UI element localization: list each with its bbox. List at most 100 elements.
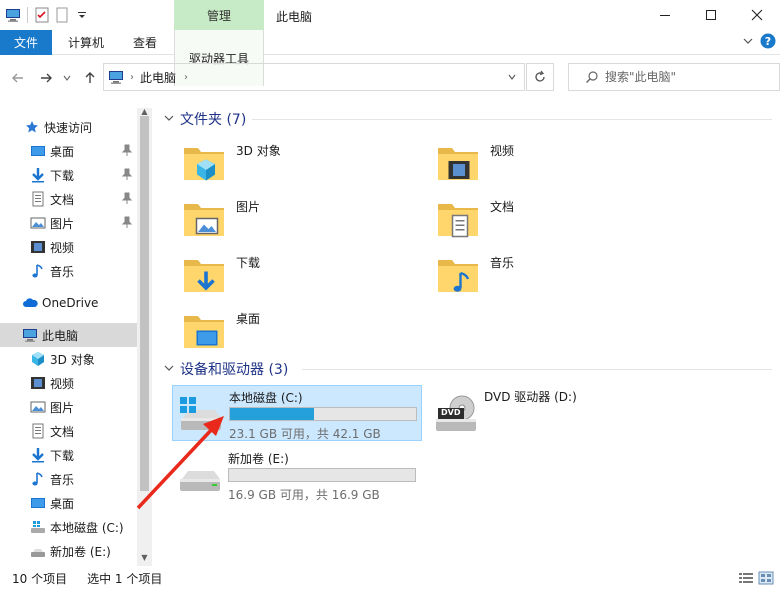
folder-music[interactable]: 音乐 (434, 252, 674, 304)
customize-qat-icon[interactable] (73, 6, 91, 24)
sidebar-item-this-pc[interactable]: 此电脑 (0, 323, 137, 347)
drive-usage-fill (230, 408, 314, 420)
tiles-view-icon[interactable] (758, 571, 774, 588)
address-bar[interactable]: › 此电脑 › (103, 63, 525, 91)
breadcrumb-this-pc[interactable]: 此电脑 (140, 69, 176, 86)
folder-documents[interactable]: 文档 (434, 196, 674, 248)
dvd-logo-text: DVD (441, 408, 461, 417)
chevron-down-icon (508, 74, 516, 80)
sidebar-item-music[interactable]: 音乐 (0, 467, 137, 491)
sidebar-item-onedrive[interactable]: OneDrive (0, 291, 137, 315)
folder-label: 桌面 (236, 312, 261, 326)
folder-icon (434, 252, 482, 300)
folder-label: 文档 (490, 200, 515, 214)
navigation-pane: 快速访问 桌面 下载 文档 图片 视频 音乐 OneDrive 此电脑 3D 对… (0, 108, 152, 566)
scroll-up-arrow-icon[interactable]: ▲ (140, 108, 149, 116)
drive-icon (30, 543, 46, 559)
minimize-icon (660, 15, 670, 16)
sidebar-item-label: 视频 (50, 240, 75, 255)
forward-arrow-icon (41, 73, 52, 83)
sidebar-item-new-volume-e[interactable]: 新加卷 (E:) (0, 539, 137, 563)
download-icon (30, 447, 46, 463)
music-icon (30, 263, 46, 279)
folder-icon (434, 196, 482, 244)
video-icon (30, 375, 46, 391)
scrollbar-thumb[interactable] (140, 116, 149, 491)
sidebar-item-label: 快速访问 (44, 120, 93, 135)
view-switcher (738, 571, 774, 588)
breadcrumb-separator-icon[interactable]: › (184, 72, 188, 83)
system-drive-icon (30, 519, 46, 535)
breadcrumb-separator-icon[interactable]: › (130, 72, 134, 83)
manage-context-tab[interactable]: 管理 (174, 0, 264, 30)
pin-icon[interactable] (121, 216, 133, 228)
refresh-button[interactable] (526, 63, 554, 91)
close-button[interactable] (734, 0, 780, 30)
sidebar-item-desktop[interactable]: 桌面 (0, 491, 137, 515)
drive-local-disk-c[interactable]: 本地磁盘 (C:) 23.1 GB 可用，共 42.1 GB (172, 385, 422, 441)
back-button[interactable] (8, 68, 28, 88)
sidebar-item-videos[interactable]: 视频 (0, 235, 137, 259)
properties-icon[interactable] (33, 6, 51, 24)
address-history-button[interactable] (500, 64, 524, 90)
sidebar-item-pictures[interactable]: 图片 (0, 211, 137, 235)
up-button[interactable] (80, 68, 100, 88)
recent-locations-button[interactable] (60, 68, 74, 88)
drive-new-volume-e[interactable]: 新加卷 (E:) 16.9 GB 可用，共 16.9 GB (172, 447, 422, 503)
drive-dvd-d[interactable]: DVD DVD 驱动器 (D:) (428, 385, 678, 441)
sidebar-item-pictures[interactable]: 图片 (0, 395, 137, 419)
minimize-button[interactable] (642, 0, 688, 30)
music-icon (30, 471, 46, 487)
download-icon (30, 167, 46, 183)
pin-icon[interactable] (121, 192, 133, 204)
sidebar-item-documents[interactable]: 文档 (0, 187, 137, 211)
search-input[interactable] (605, 70, 775, 84)
tab-file[interactable]: 文件 (0, 30, 52, 55)
sidebar-item-label: 音乐 (50, 472, 75, 487)
folder-videos[interactable]: 视频 (434, 140, 674, 192)
sidebar-item-documents[interactable]: 文档 (0, 419, 137, 443)
folders-group-header[interactable]: 文件夹 (7) (164, 108, 246, 130)
details-view-icon[interactable] (738, 571, 754, 588)
drives-group-header[interactable]: 设备和驱动器 (3) (164, 358, 288, 380)
sidebar-item-3d-objects[interactable]: 3D 对象 (0, 347, 137, 371)
help-icon[interactable]: ? (760, 33, 776, 52)
folder-3d-objects[interactable]: 3D 对象 (180, 140, 420, 192)
sidebar-item-label: 文档 (50, 192, 75, 207)
scroll-down-arrow-icon[interactable]: ▼ (140, 554, 149, 562)
sidebar-item-local-disk-c[interactable]: 本地磁盘 (C:) (0, 515, 137, 539)
sidebar-item-label: 此电脑 (42, 328, 79, 343)
pin-icon[interactable] (121, 168, 133, 180)
sidebar-item-downloads[interactable]: 下载 (0, 163, 137, 187)
chevron-down-icon[interactable] (164, 113, 174, 126)
sidebar-item-label: 桌面 (50, 144, 75, 159)
sidebar-item-quick-access[interactable]: 快速访问 (0, 115, 137, 139)
search-box[interactable] (568, 63, 780, 91)
sidebar-item-label: 音乐 (50, 264, 75, 279)
sidebar-item-videos[interactable]: 视频 (0, 371, 137, 395)
sidebar-scrollbar[interactable]: ▲ ▼ (137, 108, 152, 566)
this-pc-icon[interactable] (4, 6, 22, 24)
sidebar-item-downloads[interactable]: 下载 (0, 443, 137, 467)
folder-label: 3D 对象 (236, 144, 281, 158)
folder-icon (180, 308, 228, 356)
new-folder-icon[interactable] (53, 6, 71, 24)
sidebar-item-music[interactable]: 音乐 (0, 259, 137, 283)
chevron-down-icon[interactable] (164, 363, 174, 376)
sidebar-item-desktop[interactable]: 桌面 (0, 139, 137, 163)
tab-view[interactable]: 查看 (120, 30, 170, 55)
folder-desktop[interactable]: 桌面 (180, 308, 420, 360)
expand-ribbon-icon[interactable] (742, 35, 754, 50)
sidebar-item-label: 文档 (50, 424, 75, 439)
dvd-drive-icon: DVD (432, 395, 480, 435)
file-list: 文件夹 (7) 3D 对象 视频 图片 文档 下载 音乐 桌面 设备和驱动器 (… (160, 104, 780, 566)
folder-pictures[interactable]: 图片 (180, 196, 420, 248)
item-count: 10 个项目 (12, 571, 68, 586)
quick-access-toolbar (4, 5, 91, 25)
tab-computer[interactable]: 计算机 (56, 30, 116, 55)
forward-button[interactable] (36, 68, 56, 88)
pin-icon[interactable] (121, 144, 133, 156)
document-icon (30, 191, 46, 207)
maximize-button[interactable] (688, 0, 734, 30)
folder-downloads[interactable]: 下载 (180, 252, 420, 304)
